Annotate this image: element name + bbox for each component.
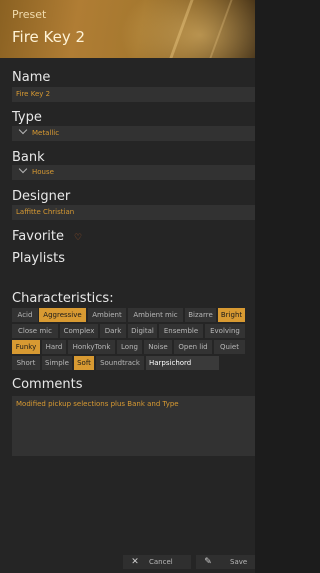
type-label: Type [12,110,42,125]
bank-label: Bank [12,150,45,165]
tag-chip[interactable]: Quiet [214,340,245,354]
comments-textarea[interactable]: Modified pickup selections plus Bank and… [12,396,255,456]
pencil-icon: ✎ [204,557,212,567]
tag-chip[interactable]: Bizarre [185,308,216,322]
tag-chip[interactable]: Aggressive [39,308,86,322]
favorite-label: Favorite [12,229,64,244]
tag-chip[interactable]: Ensemble [159,324,203,338]
tag-chip[interactable]: Close mic [12,324,58,338]
tag-chip[interactable]: Hard [42,340,66,354]
name-field[interactable]: Fire Key 2 [12,87,255,102]
preset-header: Preset Fire Key 2 [0,0,255,58]
tag-chip[interactable]: Open lid [174,340,212,354]
cancel-button[interactable]: ✕ Cancel [123,555,191,569]
tag-chip[interactable]: Long [117,340,142,354]
close-icon: ✕ [131,557,139,567]
tag-chip[interactable]: Simple [42,356,72,370]
comments-label: Comments [12,377,83,392]
tag-chip[interactable]: Bright [218,308,245,322]
tag-chip[interactable]: Ambient [88,308,126,322]
tag-input[interactable]: Harpsichord [146,356,219,370]
save-label: Save [230,558,248,566]
playlists-label: Playlists [12,251,65,266]
tag-chip[interactable]: Soundtrack [96,356,144,370]
tag-chip[interactable]: Soft [74,356,94,370]
bank-dropdown[interactable]: House [12,164,255,180]
name-label: Name [12,70,51,85]
tag-chip[interactable]: Acid [12,308,38,322]
preset-panel: Preset Fire Key 2 Name Fire Key 2 Type M… [0,0,255,573]
cancel-label: Cancel [149,558,173,566]
tag-chip[interactable]: HonkyTonk [68,340,115,354]
preset-name: Fire Key 2 [12,28,86,46]
heart-icon[interactable]: ♡ [74,233,82,243]
type-value: Metallic [32,129,60,137]
tag-chip[interactable]: Complex [60,324,98,338]
chevron-down-icon [18,164,28,174]
save-button[interactable]: ✎ Save [196,555,255,569]
characteristics-label: Characteristics: [12,291,114,306]
tag-chip[interactable]: Digital [128,324,157,338]
preset-label: Preset [12,8,47,21]
designer-field[interactable]: Laffitte Christian [12,205,255,220]
tag-chip[interactable]: Funky [12,340,40,354]
designer-label: Designer [12,189,71,204]
tag-chip[interactable]: Short [12,356,40,370]
tag-chip[interactable]: Noise [144,340,172,354]
characteristics-tags: Acid Aggressive Ambient Ambient mic Biza… [12,308,255,372]
bank-value: House [32,168,54,176]
tag-chip[interactable]: Dark [100,324,126,338]
chevron-down-icon [18,125,28,135]
type-dropdown[interactable]: Metallic [12,125,255,141]
tag-chip[interactable]: Evolving [205,324,245,338]
tag-chip[interactable]: Ambient mic [128,308,183,322]
